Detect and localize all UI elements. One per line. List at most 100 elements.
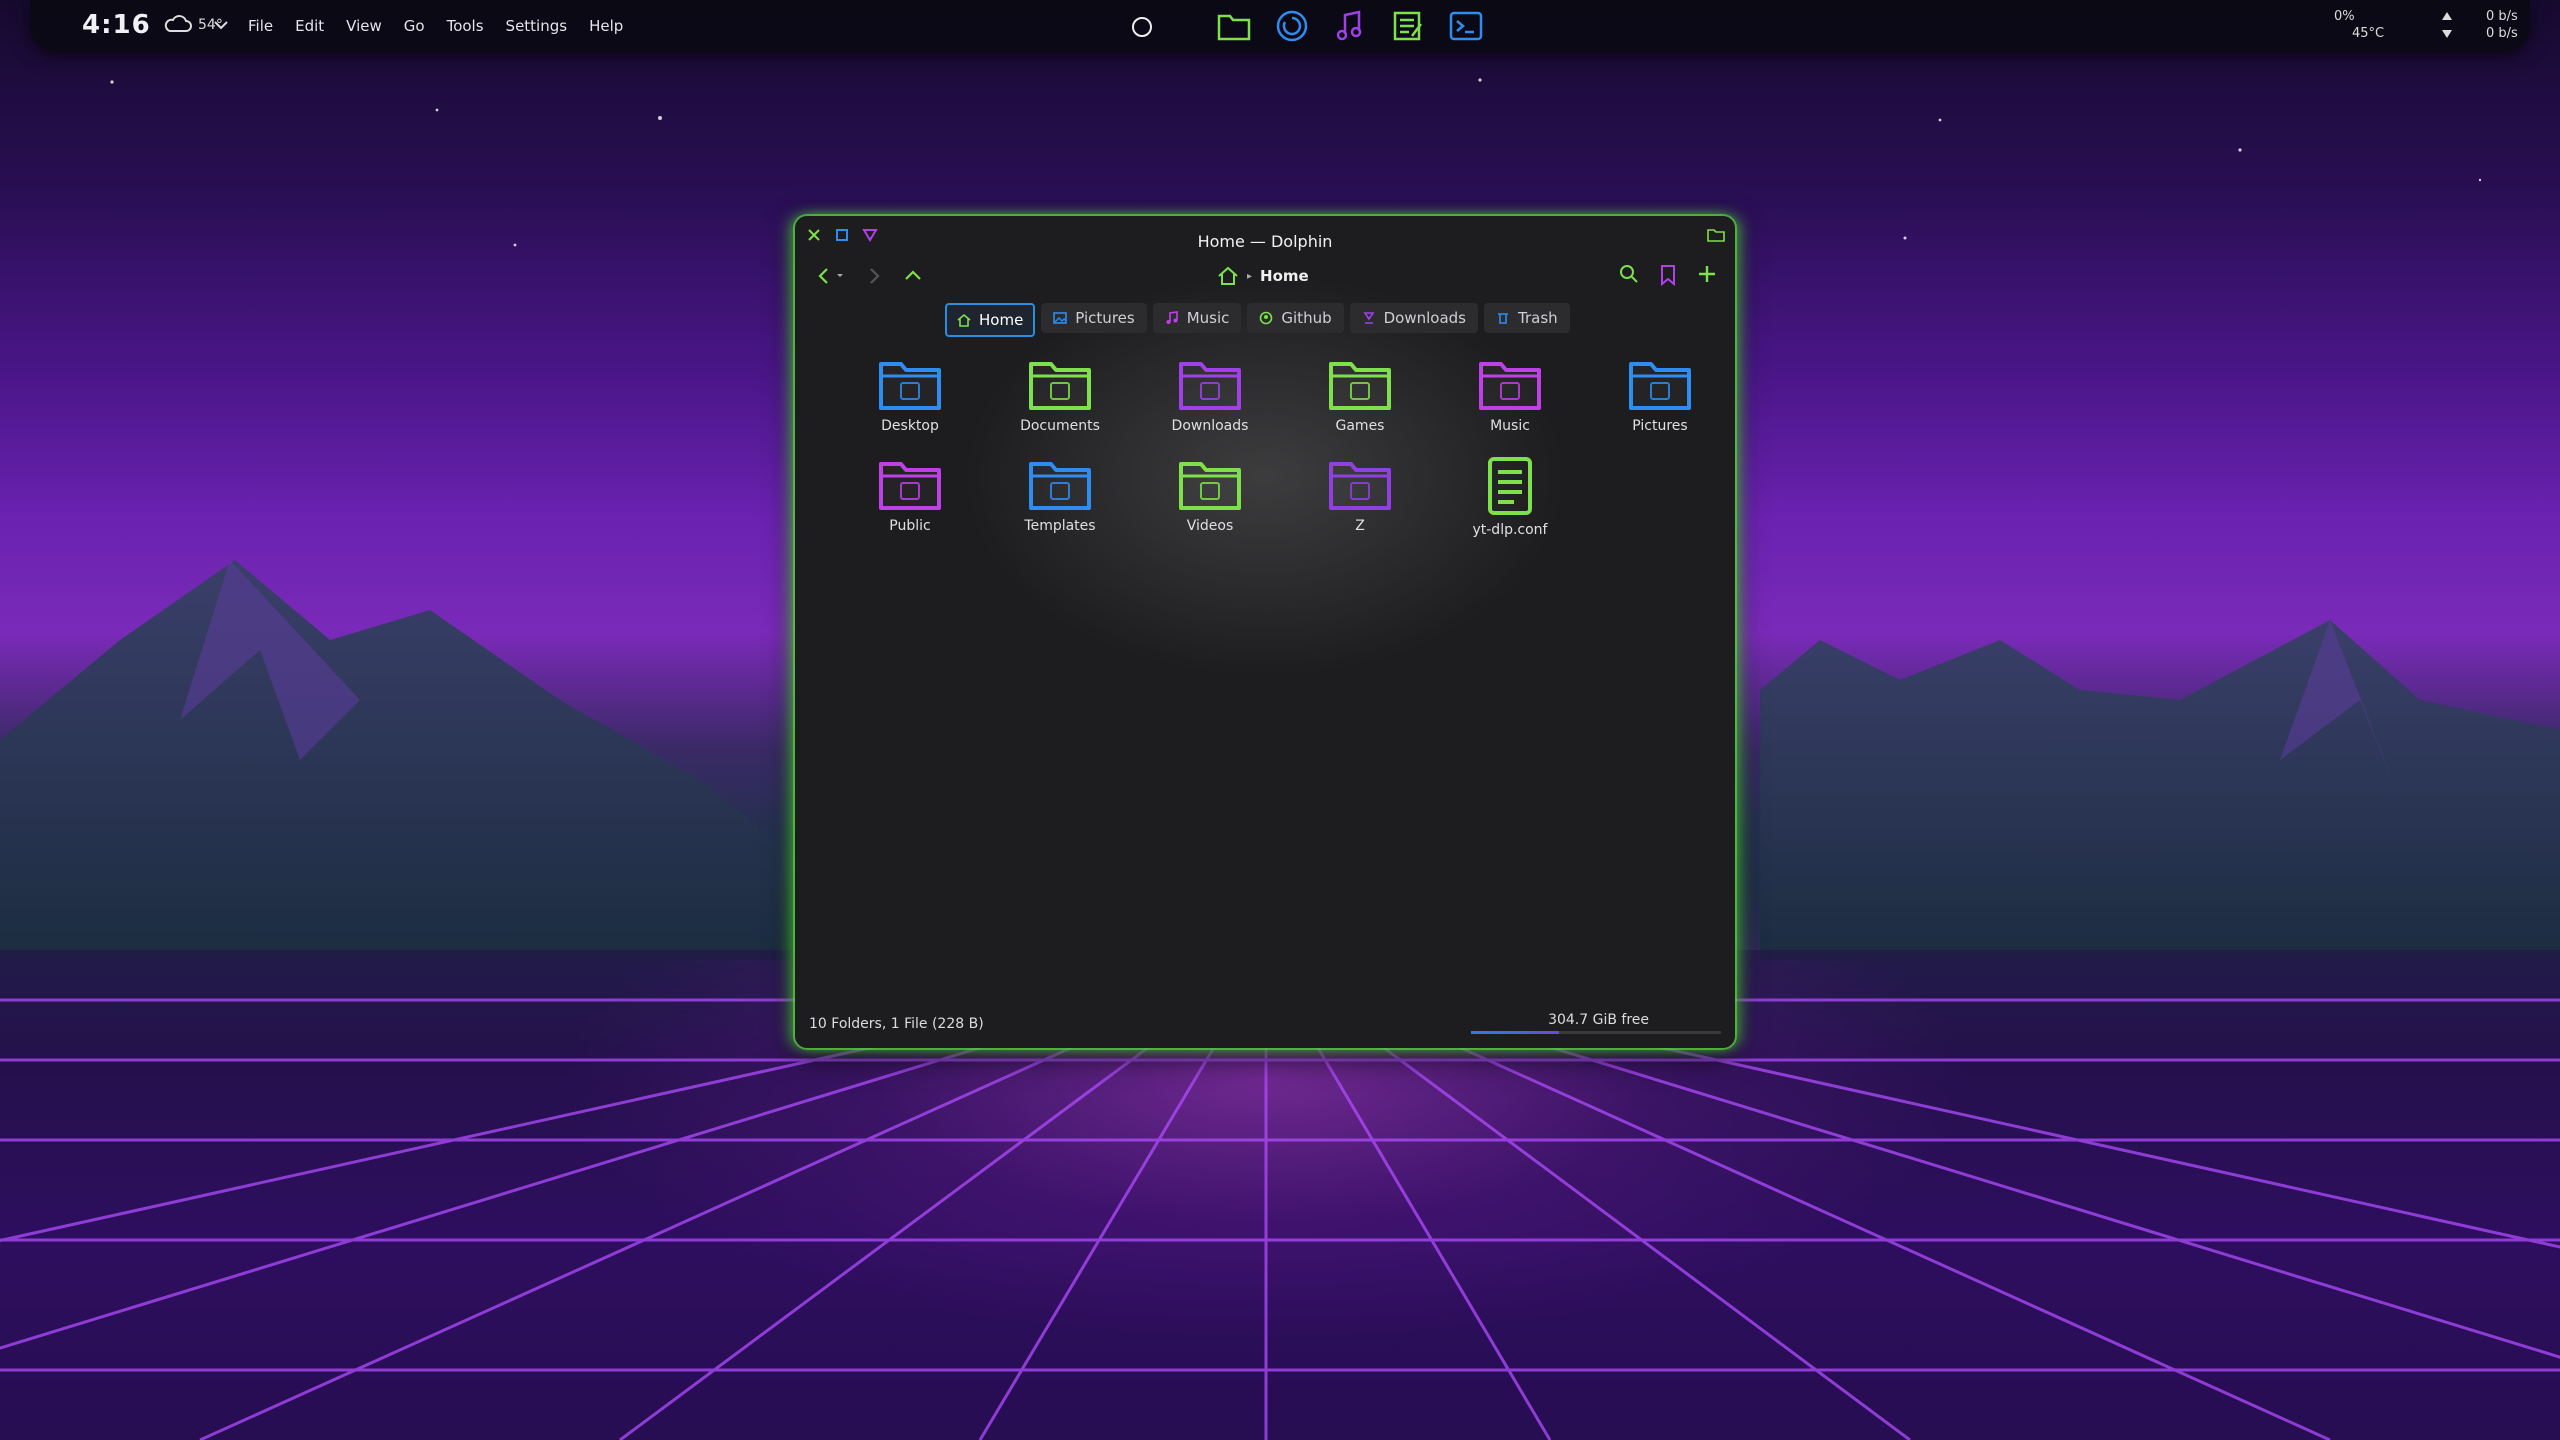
bookmark-icon[interactable] — [1659, 264, 1677, 286]
file-item[interactable]: yt-dlp.conf — [1435, 456, 1585, 538]
music-icon — [1166, 311, 1178, 324]
image-icon — [1053, 312, 1068, 324]
cloud-icon — [164, 15, 192, 32]
folder-icon — [1329, 362, 1391, 410]
folder-app-button[interactable] — [1216, 8, 1252, 44]
network-arrows-icon — [2442, 12, 2452, 38]
place-label: Home — [979, 311, 1024, 329]
cpu-temp: 45°C — [2352, 26, 2385, 41]
breadcrumb-home[interactable]: Home — [1260, 267, 1309, 285]
github-icon — [1260, 311, 1273, 325]
menu-file[interactable]: File — [248, 17, 273, 35]
file-item-label: Music — [1490, 418, 1530, 434]
new-tab-icon[interactable] — [1697, 264, 1717, 284]
file-item-label: Public — [889, 518, 931, 534]
home-icon — [1218, 266, 1238, 285]
menu-go[interactable]: Go — [404, 17, 425, 35]
disk-usage-bar — [1471, 1031, 1721, 1034]
file-item-label: yt-dlp.conf — [1472, 522, 1548, 538]
net-down: 0 b/s — [2486, 9, 2518, 24]
download-icon — [1363, 312, 1375, 324]
place-label: Github — [1281, 309, 1332, 327]
home-icon — [957, 313, 971, 327]
place-label: Pictures — [1075, 309, 1135, 327]
file-item[interactable]: Games — [1285, 356, 1435, 434]
terminal-app-button[interactable] — [1448, 8, 1484, 44]
place-home[interactable]: Home — [945, 303, 1036, 337]
file-item-label: Documents — [1020, 418, 1100, 434]
folder-icon — [1329, 462, 1391, 510]
window-title: Home — Dolphin — [1197, 232, 1333, 251]
file-item-label: Desktop — [881, 418, 939, 434]
menu-view[interactable]: View — [346, 17, 382, 35]
menu-help[interactable]: Help — [589, 17, 623, 35]
folder-icon — [1217, 14, 1251, 41]
file-item[interactable]: Public — [835, 456, 985, 538]
trash-icon — [1498, 313, 1508, 324]
cpu-usage: 0% — [2334, 9, 2355, 24]
file-item[interactable]: Templates — [985, 456, 1135, 538]
search-icon[interactable] — [1619, 264, 1639, 284]
folder-corner-icon[interactable] — [1707, 228, 1725, 242]
refresh-app-button[interactable] — [1274, 8, 1310, 44]
dolphin-window: Home — Dolphin ▸ Home Home Pictures Musi… — [795, 216, 1735, 1048]
music-icon — [1336, 10, 1362, 41]
file-item-label: Z — [1355, 518, 1365, 534]
breadcrumb-separator: ▸ — [1247, 270, 1253, 282]
place-label: Trash — [1518, 309, 1558, 327]
toolbar-actions — [1619, 264, 1717, 286]
navigation-buttons — [817, 266, 923, 286]
folder-icon — [879, 462, 941, 510]
notes-app-button[interactable] — [1390, 8, 1426, 44]
menu-settings[interactable]: Settings — [506, 17, 568, 35]
folder-icon — [1479, 362, 1541, 410]
place-label: Music — [1186, 309, 1230, 327]
overview-circle-button[interactable] — [1132, 17, 1152, 37]
forward-button[interactable] — [865, 266, 885, 286]
folder-icon — [1179, 362, 1241, 410]
file-item-label: Videos — [1186, 518, 1234, 534]
free-space-label: 304.7 GiB free — [1548, 1012, 1649, 1028]
back-button[interactable] — [817, 266, 847, 286]
place-github[interactable]: Github — [1247, 303, 1344, 333]
folder-icon — [1029, 462, 1091, 510]
folder-icon — [1629, 362, 1691, 410]
notes-icon — [1393, 11, 1422, 41]
network-speed[interactable]: 0 b/s 0 b/s — [2486, 8, 2518, 42]
terminal-icon — [1449, 11, 1483, 41]
file-item[interactable]: Music — [1435, 356, 1585, 434]
file-item[interactable]: Pictures — [1585, 356, 1735, 434]
place-music[interactable]: Music — [1152, 303, 1242, 333]
file-item[interactable]: Desktop — [835, 356, 985, 434]
folder-icon — [1029, 362, 1091, 410]
place-pictures[interactable]: Pictures — [1041, 303, 1147, 333]
file-item[interactable]: Documents — [985, 356, 1135, 434]
top-panel: 4:16 54° File Edit View Go Tools Setting… — [30, 0, 2530, 52]
up-button[interactable] — [903, 266, 923, 286]
place-trash[interactable]: Trash — [1484, 303, 1570, 333]
file-item-label: Pictures — [1632, 418, 1688, 434]
system-monitor[interactable]: 0% 45°C — [2334, 8, 2384, 42]
music-app-button[interactable] — [1332, 8, 1368, 44]
clock[interactable]: 4:16 — [82, 10, 151, 40]
net-up: 0 b/s — [2486, 26, 2518, 41]
places-bar: Home Pictures Music Github Downloads Tra… — [945, 303, 1570, 337]
breadcrumb[interactable]: ▸ Home — [1217, 266, 1309, 286]
app-launcher — [1216, 8, 1484, 44]
menu-tools[interactable]: Tools — [447, 17, 484, 35]
disk-usage-fill — [1471, 1031, 1559, 1034]
place-downloads[interactable]: Downloads — [1349, 303, 1478, 333]
file-item[interactable]: Downloads — [1135, 356, 1285, 434]
file-item-label: Downloads — [1171, 418, 1249, 434]
folder-icon — [1179, 462, 1241, 510]
refresh-icon — [1276, 10, 1308, 42]
text-file-icon — [1488, 457, 1532, 515]
file-item-label: Templates — [1024, 518, 1096, 534]
chevron-down-icon[interactable] — [212, 16, 230, 34]
file-item[interactable]: Videos — [1135, 456, 1285, 538]
folder-icon — [879, 362, 941, 410]
status-text: 10 Folders, 1 File (228 B) — [809, 1016, 984, 1032]
menu-edit[interactable]: Edit — [295, 17, 324, 35]
global-menu: File Edit View Go Tools Settings Help — [248, 17, 623, 35]
file-item[interactable]: Z — [1285, 456, 1435, 538]
